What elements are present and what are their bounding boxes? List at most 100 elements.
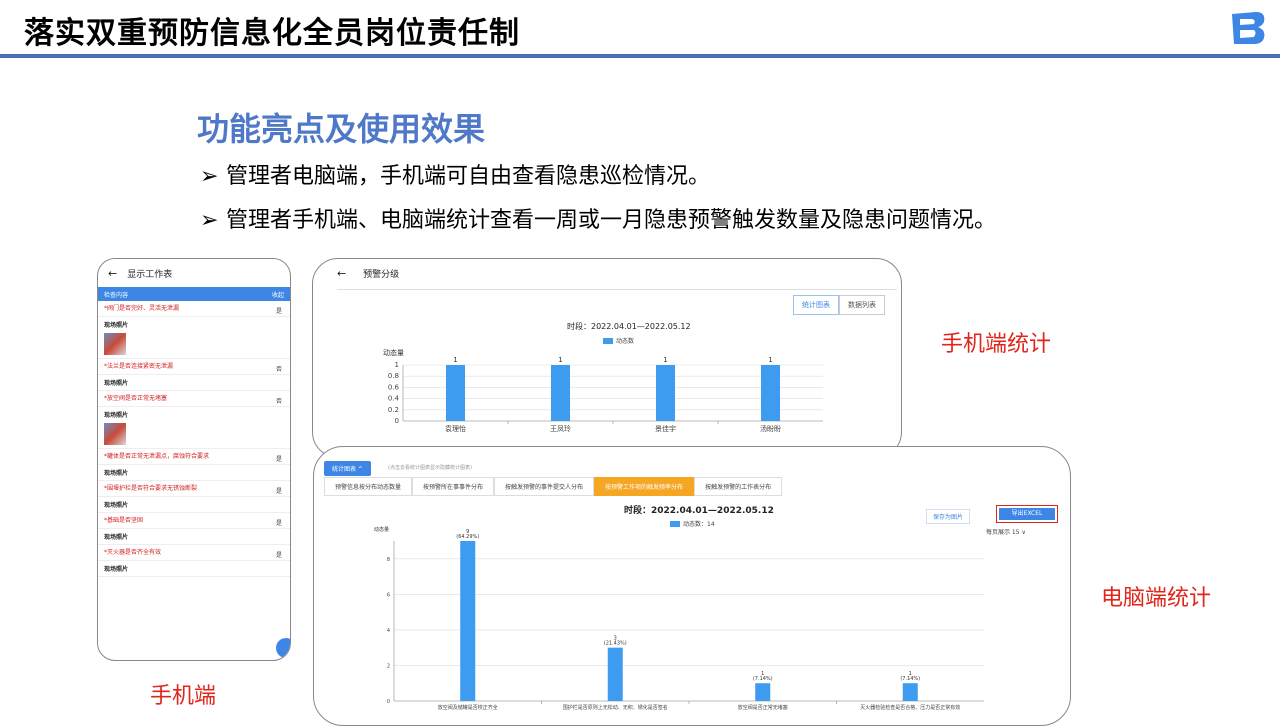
arrow-bullet-icon: ➢ <box>200 208 219 233</box>
check-item-question: *基础是否坚固 <box>104 517 144 524</box>
data-label: (7.14%) <box>753 676 773 682</box>
y-tick-label: 0.2 <box>388 406 399 414</box>
x-tick-label: 王凤玲 <box>550 424 571 433</box>
bullet-text: 管理者手机端、电脑端统计查看一周或一月隐患预警触发数量及隐患问题情况。 <box>226 208 997 233</box>
phone-title: 显示工作表 <box>127 269 173 280</box>
check-item-answer: 是 <box>275 456 282 463</box>
y-tick-label: 6 <box>387 592 390 598</box>
y-tick-label: 0.4 <box>388 395 400 403</box>
check-item-answer: 否 <box>275 398 282 405</box>
back-arrow-icon[interactable]: ← <box>337 267 346 280</box>
bar <box>656 365 675 421</box>
desktop-screenshot: 统计图表 ^ (点击去看统计图表显示隐藏统计图表) 预警信息按分布动态数量 按预警… <box>313 446 1071 726</box>
photo-row: 现场照片 <box>98 561 290 577</box>
bar <box>446 365 465 421</box>
bullet-1: ➢ 管理者电脑端，手机端可自由查看隐患巡检情况。 <box>200 158 710 190</box>
desktop-tab[interactable]: 按触发预警的工作表分布 <box>694 477 783 496</box>
data-label: 1 <box>558 356 562 364</box>
bar <box>460 541 476 701</box>
data-label: 1 <box>453 356 457 364</box>
tablet-screenshot: ← 预警分级 统计图表 数据列表 时段：2022.04.01—2022.05.1… <box>312 258 902 458</box>
check-item-answer: 是 <box>275 552 282 559</box>
phone-list-item[interactable]: *围堰护栏是否符合要求无锈蚀断裂 是 <box>98 481 290 497</box>
divider <box>337 289 897 290</box>
y-tick-label: 0.8 <box>388 372 399 380</box>
photo-label: 现场照片 <box>104 470 129 477</box>
data-label: (7.14%) <box>900 676 920 682</box>
section-subtitle: 功能亮点及使用效果 <box>197 110 486 148</box>
data-label: 1 <box>768 356 772 364</box>
back-arrow-icon[interactable]: ← <box>108 267 117 280</box>
check-item-answer: 是 <box>275 520 282 527</box>
phone-list-item[interactable]: *阀门是否完好、灵活无泄漏 是 <box>98 301 290 317</box>
photo-label: 现场照片 <box>104 322 129 329</box>
bar <box>551 365 570 421</box>
check-item-question: *围堰护栏是否符合要求无锈蚀断裂 <box>104 485 198 492</box>
check-item-question: *灭火器是否齐全有效 <box>104 549 162 556</box>
bullet-text: 管理者电脑端，手机端可自由查看隐患巡检情况。 <box>226 164 711 189</box>
header-content-label: 检查内容 <box>104 291 129 299</box>
brand-logo-icon <box>1232 12 1265 44</box>
x-tick-label: 灭火器检验检查是否合格、压力是否正常有效 <box>860 704 960 711</box>
bar <box>761 365 780 421</box>
photo-row: 现场照片 <box>98 407 290 449</box>
phone-screenshot: ← 显示工作表 检查内容 收起 *阀门是否完好、灵活无泄漏是现场照片 *法兰是否连… <box>97 258 291 661</box>
x-tick-label: 围护栏是否原则上无松动、无积、锈化是否签名 <box>563 704 668 711</box>
photo-row: 现场照片 <box>98 497 290 513</box>
view-toggle: 统计图表 数据列表 <box>793 295 885 315</box>
x-tick-label: 放空阀是否正常无堵塞 <box>738 704 788 711</box>
desktop-tab[interactable]: 按预警所在事事件分布 <box>412 477 495 496</box>
phone-list-item[interactable]: *灭火器是否齐全有效 是 <box>98 545 290 561</box>
bar <box>755 683 771 701</box>
photo-label: 现场照片 <box>104 534 129 541</box>
slide-title: 落实双重预防信息化全员岗位责任制 <box>24 16 520 51</box>
export-excel-highlight: 导出EXCEL <box>996 505 1058 523</box>
title-underline <box>0 54 1280 58</box>
phone-list-item[interactable]: *法兰是否连接紧密无泄漏 否 <box>98 359 290 375</box>
y-tick-label: 1 <box>395 361 399 369</box>
bullet-2: ➢ 管理者手机端、电脑端统计查看一周或一月隐患预警触发数量及隐患问题情况。 <box>200 202 996 234</box>
y-tick-label: 4 <box>387 628 390 634</box>
y-tick-label: 0 <box>395 417 399 425</box>
phone-table-header: 检查内容 收起 <box>98 287 290 301</box>
label-mobile: 手机端 <box>150 684 217 709</box>
desktop-tab[interactable]: 按预警工作项的触发频率分布 <box>594 477 695 496</box>
tablet-bar-chart: 动态量 0 0.2 0.4 0.6 0.8 1 1 袁理怡 1 王凤玲 1 景佳宇 1 汤盼盼 <box>383 348 823 433</box>
data-label: (64.29%) <box>456 534 479 540</box>
phone-item-list: *阀门是否完好、灵活无泄漏是现场照片 *法兰是否连接紧密无泄漏否现场照片 *放空阀是… <box>98 301 290 577</box>
phone-list-item[interactable]: *放空阀是否正常无堵塞 否 <box>98 391 290 407</box>
photo-label: 现场照片 <box>104 380 129 387</box>
check-item-question: *罐体是否正常无泄漏点，腐蚀符合要求 <box>104 453 210 460</box>
check-item-answer: 是 <box>275 308 282 315</box>
site-photo-thumbnail[interactable] <box>104 423 126 445</box>
toggle-hint: (点击去看统计图表显示隐藏统计图表) <box>388 465 472 471</box>
desktop-tab[interactable]: 按触发预警的事件提交人分布 <box>494 477 595 496</box>
phone-list-item[interactable]: *基础是否坚固 是 <box>98 513 290 529</box>
arrow-bullet-icon: ➢ <box>200 164 219 189</box>
desktop-bar-chart: 动态量024689(64.29%)放空阀及储罐是否校正齐全3(21.43%)围护… <box>374 526 984 711</box>
floating-action-button[interactable] <box>276 638 290 658</box>
y-tick-label: 8 <box>387 557 390 563</box>
site-photo-thumbnail[interactable] <box>104 333 126 355</box>
x-tick-label: 汤盼盼 <box>760 424 781 433</box>
y-axis-label: 动态量 <box>374 526 389 533</box>
check-item-question: *阀门是否完好、灵活无泄漏 <box>104 305 180 312</box>
photo-label: 现场照片 <box>104 412 129 419</box>
y-axis-label: 动态量 <box>383 348 404 357</box>
list-view-button[interactable]: 数据列表 <box>839 295 885 315</box>
photo-row: 现场照片 <box>98 317 290 359</box>
chart-view-button[interactable]: 统计图表 <box>793 295 839 315</box>
y-tick-label: 0.6 <box>388 383 400 391</box>
collapse-link[interactable]: 收起 <box>272 290 284 299</box>
tablet-title: 预警分级 <box>363 270 400 280</box>
label-pc-stats: 电脑端统计 <box>1101 586 1212 611</box>
stats-chart-toggle-button[interactable]: 统计图表 ^ <box>324 461 371 476</box>
desktop-tab[interactable]: 预警信息按分布动态数量 <box>324 477 413 496</box>
export-excel-button[interactable]: 导出EXCEL <box>999 508 1055 520</box>
x-tick-label: 景佳宇 <box>655 424 676 433</box>
y-tick-label: 0 <box>387 699 390 705</box>
phone-list-item[interactable]: *罐体是否正常无泄漏点，腐蚀符合要求 是 <box>98 449 290 465</box>
bar <box>902 683 918 701</box>
photo-row: 现场照片 <box>98 529 290 545</box>
photo-label: 现场照片 <box>104 502 129 509</box>
